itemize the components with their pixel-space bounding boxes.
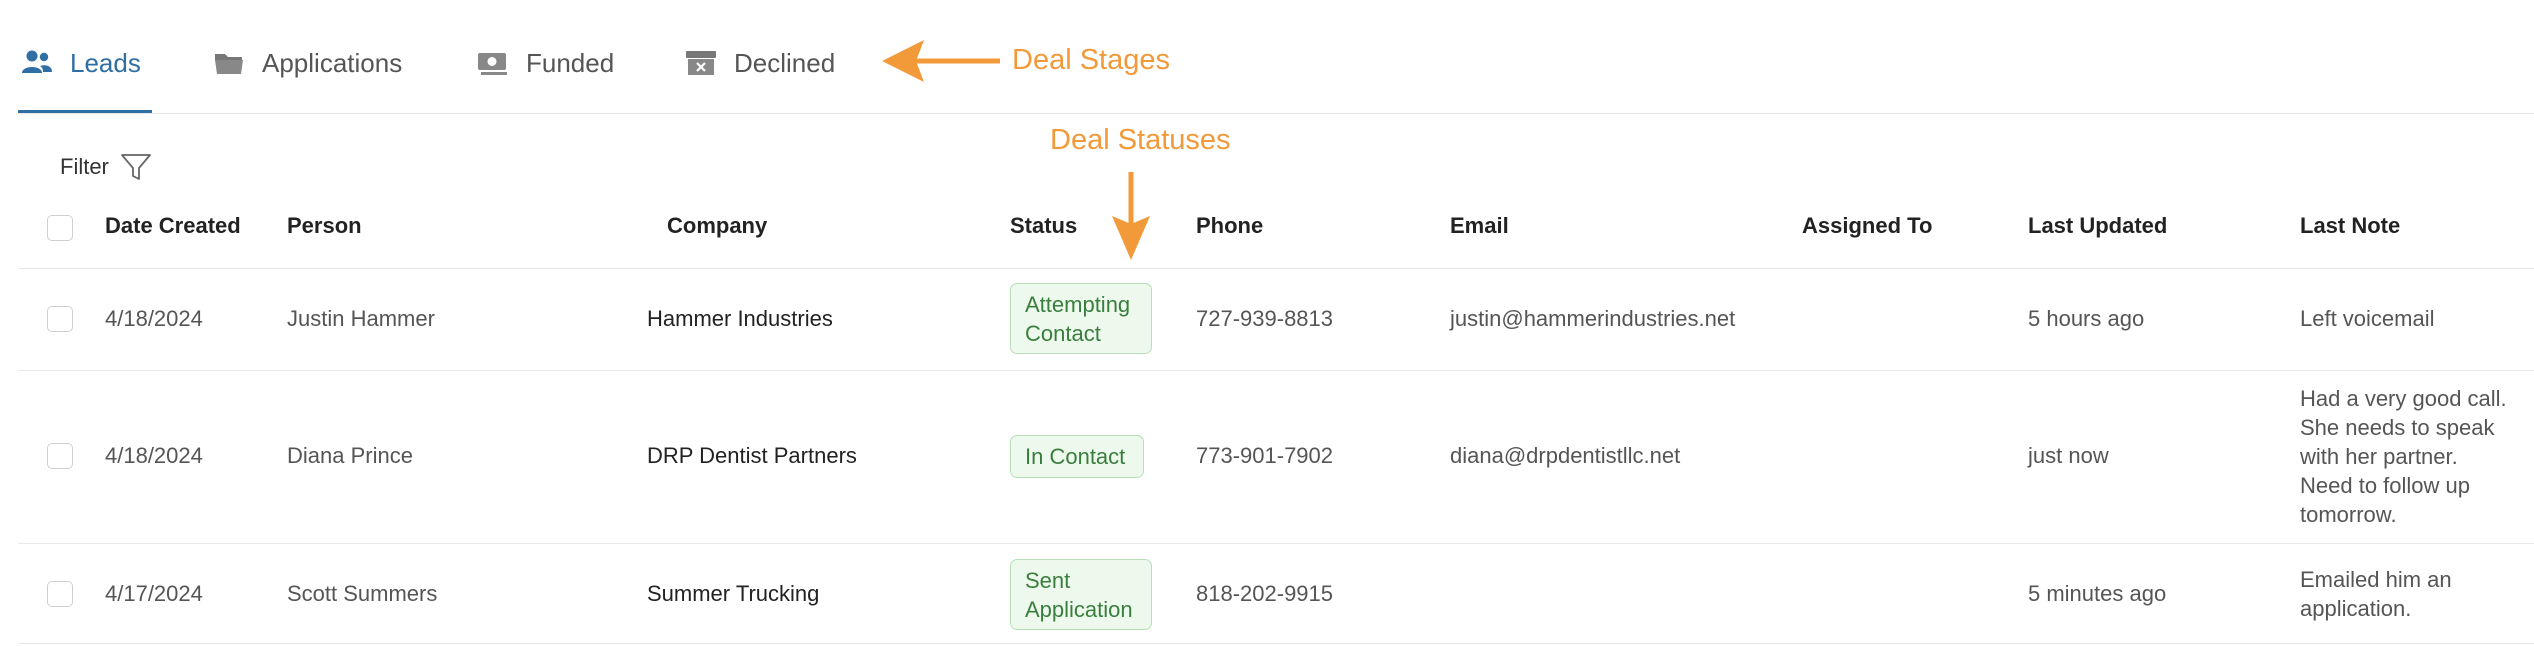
status-text: Sent bbox=[1025, 568, 1071, 593]
status-badge[interactable]: Attempting Contact bbox=[1010, 283, 1152, 354]
note-line: She needs to speak bbox=[2300, 415, 2495, 440]
cell-company: Summer Trucking bbox=[647, 581, 820, 606]
cell-email: diana@drpdentistllc.net bbox=[1450, 443, 1681, 468]
header-company[interactable]: Company bbox=[667, 213, 767, 239]
archive-x-icon bbox=[686, 51, 716, 75]
cell-date: 4/18/2024 bbox=[105, 306, 203, 331]
status-text: Application bbox=[1025, 597, 1133, 622]
header-divider bbox=[18, 268, 2534, 269]
cell-last-note: Had a very good call. She needs to speak… bbox=[2300, 384, 2507, 529]
note-line: tomorrow. bbox=[2300, 502, 2397, 527]
cell-person: Diana Prince bbox=[287, 443, 413, 468]
deal-stage-tabs: Leads Applications Funded Declined bbox=[18, 0, 2534, 114]
cell-last-updated: 5 hours ago bbox=[2028, 306, 2145, 331]
row-divider bbox=[18, 370, 2534, 371]
header-assigned-to[interactable]: Assigned To bbox=[1802, 213, 1932, 239]
tab-declined[interactable]: Declined bbox=[684, 38, 835, 88]
cell-phone: 773-901-7902 bbox=[1196, 443, 1334, 468]
cell-last-updated: 5 minutes ago bbox=[2028, 581, 2167, 606]
header-status[interactable]: Status bbox=[1010, 213, 1077, 239]
select-all-checkbox[interactable] bbox=[47, 215, 73, 241]
cell-email: justin@hammerindustries.net bbox=[1450, 306, 1736, 331]
cell-date: 4/18/2024 bbox=[105, 443, 203, 468]
note-line: with her partner. bbox=[2300, 444, 2458, 469]
deal-statuses-annotation: Deal Statuses bbox=[1050, 124, 1231, 156]
status-badge[interactable]: In Contact bbox=[1010, 435, 1144, 478]
arrow-down-annotation bbox=[1112, 172, 1150, 260]
tab-leads[interactable]: Leads bbox=[20, 38, 141, 88]
note-line: Need to follow up bbox=[2300, 473, 2470, 498]
note-line: Left voicemail bbox=[2300, 306, 2435, 331]
row-checkbox[interactable] bbox=[47, 306, 73, 332]
filter-label: Filter bbox=[60, 154, 109, 179]
folder-icon bbox=[215, 54, 243, 74]
tab-label: Leads bbox=[70, 47, 141, 78]
row-checkbox[interactable] bbox=[47, 581, 73, 607]
note-line: application. bbox=[2300, 596, 2412, 621]
status-text: Attempting bbox=[1025, 292, 1131, 317]
header-email[interactable]: Email bbox=[1450, 213, 1509, 239]
tab-funded[interactable]: Funded bbox=[476, 38, 614, 88]
tab-label: Applications bbox=[262, 47, 403, 78]
filter-icon bbox=[120, 154, 151, 180]
cell-last-updated: just now bbox=[2028, 443, 2109, 468]
status-text: Contact bbox=[1025, 321, 1101, 346]
header-person[interactable]: Person bbox=[287, 213, 362, 239]
tab-label: Funded bbox=[526, 47, 615, 78]
note-line: Had a very good call. bbox=[2300, 386, 2507, 411]
cell-person: Justin Hammer bbox=[287, 306, 435, 331]
header-last-note[interactable]: Last Note bbox=[2300, 213, 2400, 239]
header-date-created[interactable]: Date Created bbox=[105, 213, 241, 239]
money-icon bbox=[478, 53, 507, 75]
deal-stages-annotation: Deal Stages bbox=[1012, 44, 1170, 76]
cell-phone: 727-939-8813 bbox=[1196, 306, 1334, 331]
users-icon bbox=[22, 50, 52, 73]
header-last-updated[interactable]: Last Updated bbox=[2028, 213, 2167, 239]
cell-date: 4/17/2024 bbox=[105, 581, 203, 606]
header-phone[interactable]: Phone bbox=[1196, 213, 1263, 239]
cell-last-note: Emailed him an application. bbox=[2300, 565, 2452, 623]
cell-company: Hammer Industries bbox=[647, 306, 833, 331]
cell-company: DRP Dentist Partners bbox=[647, 443, 857, 468]
arrow-left-annotation bbox=[882, 40, 1000, 82]
tabs-divider bbox=[18, 113, 2534, 114]
cell-phone: 818-202-9915 bbox=[1196, 581, 1334, 606]
row-divider bbox=[18, 543, 2534, 544]
row-divider bbox=[18, 643, 2534, 644]
tab-label: Declined bbox=[734, 47, 836, 78]
note-line: Emailed him an bbox=[2300, 567, 2452, 592]
status-text: In Contact bbox=[1025, 444, 1126, 469]
tab-applications[interactable]: Applications bbox=[212, 38, 402, 88]
filter-button[interactable]: Filter bbox=[60, 150, 153, 184]
cell-person: Scott Summers bbox=[287, 581, 438, 606]
status-badge[interactable]: Sent Application bbox=[1010, 559, 1152, 630]
cell-last-note: Left voicemail bbox=[2300, 304, 2435, 333]
row-checkbox[interactable] bbox=[47, 443, 73, 469]
